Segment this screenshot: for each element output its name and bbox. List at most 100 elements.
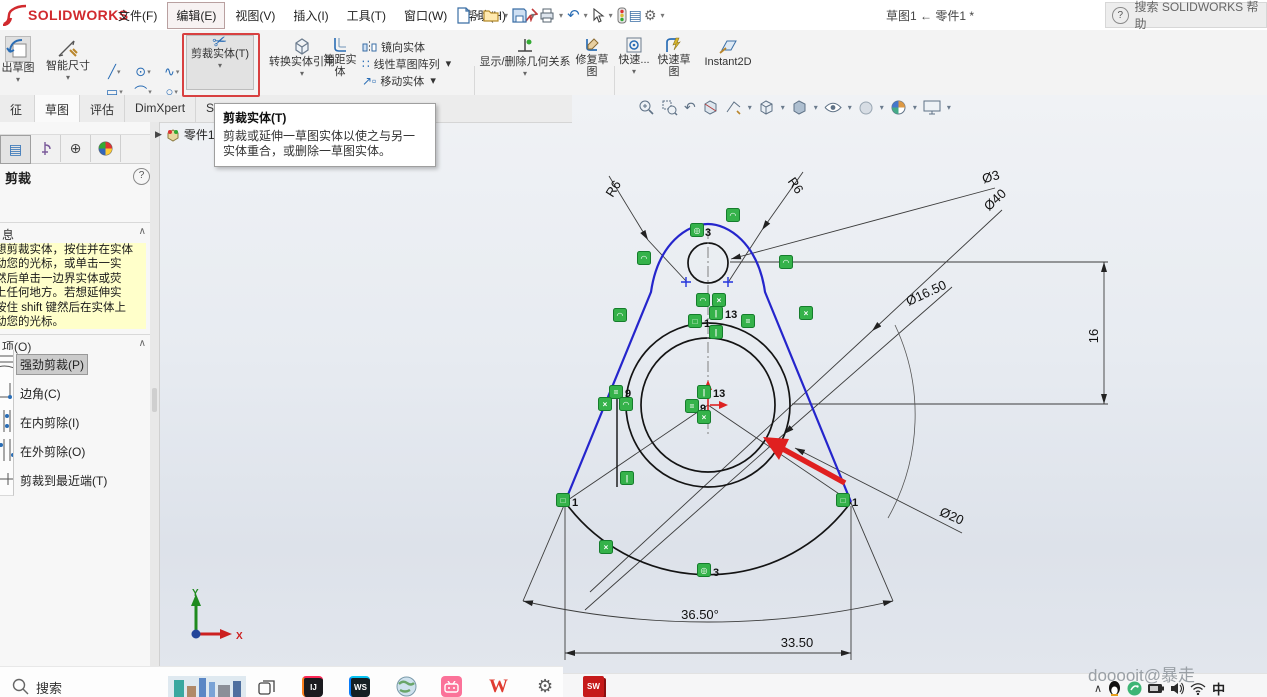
dim-d40[interactable]: Ø40 — [981, 186, 1009, 214]
linear-pattern-button[interactable]: ∷ 线性草图阵列▾ — [362, 55, 476, 72]
configuration-tab[interactable] — [31, 135, 61, 162]
flyout-feature-tree[interactable]: ▶ 零件1 — [155, 126, 215, 143]
traffic-light-icon[interactable] — [617, 7, 627, 24]
trim-closest-icon — [0, 466, 14, 496]
dim-3350[interactable]: 33.50 — [781, 635, 814, 650]
sketch-viewport[interactable]: R6 R6 Ø3 Ø40 Ø16.50 Ø20 16 36.50° 33.50 … — [159, 95, 1267, 675]
help-search[interactable]: ? 搜索 SOLIDWORKS 帮助 — [1105, 2, 1267, 28]
tree-root-label[interactable]: 零件1 — [184, 126, 215, 143]
menu-edit[interactable]: 编辑(E) — [167, 2, 225, 29]
select-cursor-icon[interactable] — [592, 8, 605, 23]
dim-d1650[interactable]: Ø16.50 — [904, 277, 949, 309]
dimxpert-icon: ⊕ — [70, 140, 82, 157]
mirror-entities-button[interactable]: 镜向实体 — [362, 38, 476, 55]
undo-icon[interactable]: ↶ — [567, 6, 580, 24]
svg-text:×: × — [603, 400, 608, 409]
trim-options-list: 强劲剪裁(P) 边角(C) 在内剪除(I) 在外剪除(O) 剪裁到最近端(T) — [0, 350, 150, 495]
part-icon — [166, 128, 180, 142]
wifi-icon[interactable] — [1190, 683, 1206, 695]
option-trim-away-inside[interactable]: 在内剪除(I) — [0, 408, 150, 437]
settings-gear-icon[interactable]: ⚙ — [537, 676, 553, 697]
circle-tool[interactable]: ⊙▾ — [129, 64, 158, 80]
solidworks-taskbar-icon[interactable]: SW — [583, 676, 604, 697]
new-file-icon[interactable] — [456, 7, 471, 24]
rapid-sketch-button[interactable]: 快速草图 — [652, 36, 696, 78]
help-search-label: 搜索 SOLIDWORKS 帮助 — [1135, 0, 1267, 32]
option-power-trim[interactable]: 强劲剪裁(P) — [0, 350, 150, 379]
appearance-tab[interactable] — [91, 135, 121, 162]
tab-features[interactable]: 征 — [0, 95, 35, 122]
svg-text:◎: ◎ — [701, 566, 708, 575]
trim-inside-icon — [0, 408, 14, 438]
dim-r6-left[interactable]: R6 — [602, 178, 624, 200]
display-relations-button[interactable]: 显示/删除几何关系▾ — [478, 36, 572, 80]
intellij-icon[interactable]: IJ — [302, 676, 323, 697]
dim-d20[interactable]: Ø20 — [938, 504, 967, 528]
quick-snaps-button[interactable]: 快速...▾ — [616, 36, 652, 78]
menu-file[interactable]: 文件(F) — [110, 3, 165, 28]
property-manager-panel: ▤ ⊕ 剪裁 ? 息∧ 想剪裁实体，按住并在实体 动您的光标，或单击一实 — [0, 122, 150, 675]
task-pane-icon[interactable]: ▤ — [629, 7, 642, 24]
ime-indicator[interactable]: 中 — [1212, 679, 1225, 697]
svg-text:◠: ◠ — [730, 211, 736, 220]
browser-globe-icon[interactable] — [396, 676, 417, 697]
tab-sketch[interactable]: 草图 — [35, 95, 80, 122]
webstorm-icon[interactable]: WS — [349, 676, 370, 697]
menu-view[interactable]: 视图(V) — [227, 3, 283, 28]
taskbar-search-label[interactable]: 搜索 — [36, 678, 62, 697]
svg-text:|: | — [715, 328, 717, 337]
wechat-icon[interactable] — [1127, 681, 1142, 696]
option-trim-away-outside[interactable]: 在外剪除(O) — [0, 437, 150, 466]
line-tool[interactable]: ╱▾ — [100, 64, 129, 80]
speaker-icon[interactable] — [1170, 682, 1184, 695]
dimxpert-tab[interactable]: ⊕ — [61, 135, 91, 162]
constraint-badges[interactable]: ◠ ◠ ◎ 3 ◠ ◠ × ◠ × | 13 □ 1 | = = 9 × ◠ |… — [557, 209, 859, 580]
info-line: 按住 shift 键然后在实体上 — [0, 301, 146, 315]
offset-entities-button[interactable]: 等距实体 — [322, 36, 358, 78]
bilibili-icon[interactable] — [441, 676, 462, 697]
option-trim-to-closest[interactable]: 剪裁到最近端(T) — [0, 466, 150, 495]
collapse-icon[interactable]: ∧ — [139, 338, 146, 349]
qq-icon[interactable] — [1108, 681, 1121, 696]
tab-evaluate[interactable]: 评估 — [80, 95, 125, 122]
taskbar-search-icon[interactable] — [12, 678, 29, 695]
battery-icon[interactable] — [1148, 683, 1164, 694]
smart-dimension-button[interactable]: 智能尺寸▾ — [38, 36, 98, 84]
wps-icon[interactable]: W — [489, 676, 508, 697]
move-entities-button[interactable]: ↗▫ 移动实体▾ — [362, 72, 476, 89]
collapse-icon[interactable]: ∧ — [139, 226, 146, 237]
print-icon[interactable] — [539, 8, 555, 23]
open-file-icon[interactable] — [483, 8, 500, 23]
menu-insert[interactable]: 插入(I) — [285, 3, 336, 28]
task-view-icon[interactable] — [258, 679, 276, 697]
tree-expand-icon[interactable]: ▶ — [155, 129, 162, 140]
panel-splitter[interactable] — [150, 122, 160, 675]
dim-16[interactable]: 16 — [1086, 329, 1101, 343]
repair-sketch-button[interactable]: 修复草图 — [572, 36, 612, 78]
splitter-grip[interactable] — [152, 388, 157, 412]
propertymanager-tab[interactable]: ▤ — [0, 135, 31, 164]
tray-expand-icon[interactable]: ∧ — [1094, 682, 1102, 695]
menu-window[interactable]: 窗口(W) — [396, 3, 455, 28]
info-section-header[interactable]: 息∧ — [0, 222, 150, 245]
pattern-group: 镜向实体 ∷ 线性草图阵列▾ ↗▫ 移动实体▾ — [362, 38, 476, 89]
svg-text:3: 3 — [713, 567, 719, 579]
exit-sketch-button[interactable]: 出草图▾ — [0, 36, 36, 86]
dim-angle[interactable]: 36.50° — [681, 607, 719, 622]
news-widget[interactable] — [168, 676, 246, 697]
tooltip-line1: 剪裁或延伸一草图实体以使之与另一 — [223, 129, 427, 144]
convert-entities-icon — [292, 36, 312, 56]
dimension-labels[interactable]: R6 R6 Ø3 Ø40 Ø16.50 Ø20 16 36.50° 33.50 — [602, 167, 1101, 650]
option-corner[interactable]: 边角(C) — [0, 379, 150, 408]
corner-icon — [0, 379, 14, 409]
save-icon[interactable] — [512, 8, 527, 23]
coordinate-triad: Y X — [191, 588, 243, 642]
instant2d-button[interactable]: Instant2D — [698, 36, 758, 68]
dim-d3[interactable]: Ø3 — [980, 167, 1001, 186]
panel-help-button[interactable]: ? — [133, 168, 150, 185]
svg-text:□: □ — [561, 496, 566, 505]
menu-tools[interactable]: 工具(T) — [339, 3, 394, 28]
svg-text:□: □ — [841, 496, 846, 505]
trim-highlight-box — [182, 33, 260, 97]
options-gear-icon[interactable]: ⚙ — [644, 7, 657, 24]
